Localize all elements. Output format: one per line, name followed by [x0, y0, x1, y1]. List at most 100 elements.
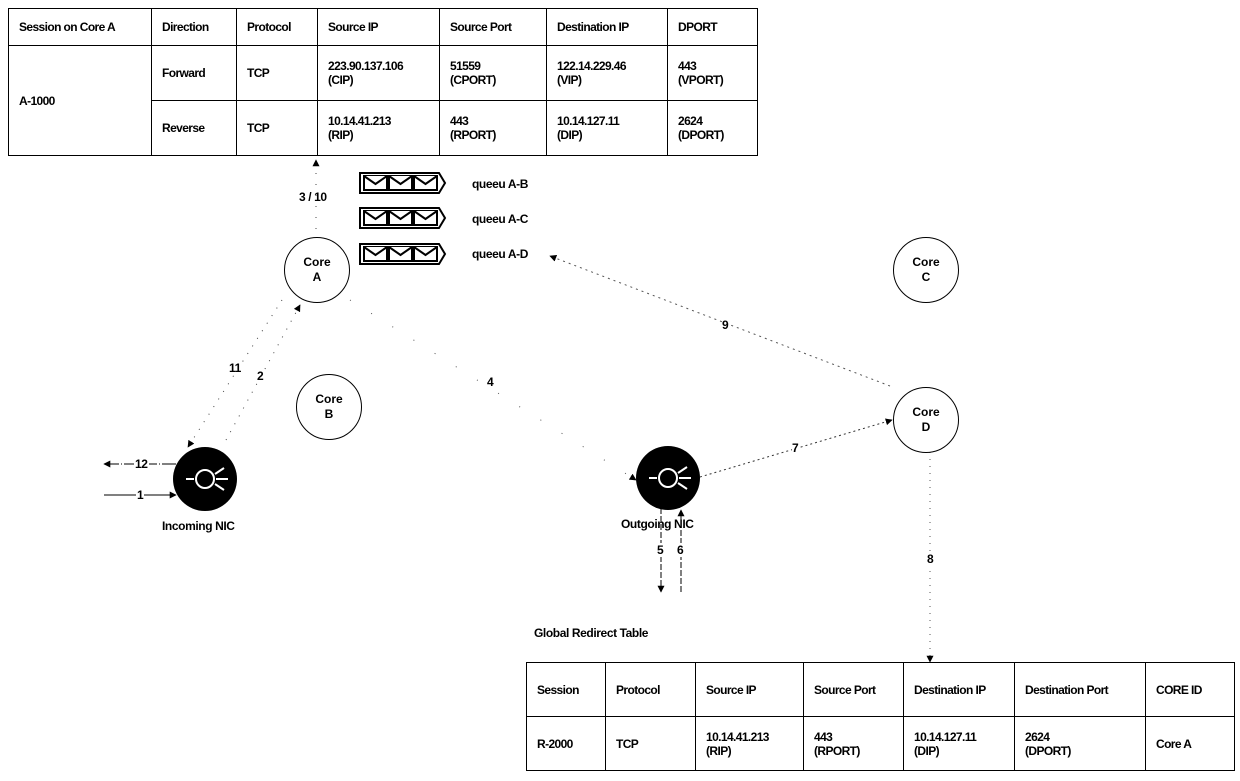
incoming-nic-icon — [173, 447, 237, 511]
core-d-id: D — [921, 420, 931, 434]
source-ip-value: 10.14.41.213 — [328, 114, 391, 128]
outgoing-nic-label: Outgoing NIC — [621, 517, 694, 531]
core-b-label: Core — [315, 392, 343, 406]
incoming-nic-label: Incoming NIC — [162, 519, 235, 533]
step-12-label: 12 — [134, 457, 149, 471]
session-id: R-2000 — [526, 716, 606, 771]
core-b-id: B — [324, 407, 334, 421]
step-8-label: 8 — [927, 552, 934, 566]
source-ip-value: 223.90.137.106 — [328, 59, 404, 73]
destination-ip-value: 122.14.229.46 — [557, 59, 627, 73]
destination-ip: 10.14.127.11 (DIP) — [546, 100, 668, 156]
core-d-node: Core D — [893, 387, 959, 453]
core-id: Core A — [1145, 716, 1235, 771]
step-4-label: 4 — [487, 375, 494, 389]
source-port-value: 51559 — [450, 59, 481, 73]
header-source-ip: Source IP — [695, 662, 804, 717]
source-port-tag: (RPORT) — [450, 128, 496, 142]
header-dport: DPORT — [667, 8, 758, 46]
table-header-row: Session Protocol Source IP Source Port D… — [526, 662, 1235, 717]
destination-ip: 122.14.229.46 (VIP) — [546, 45, 668, 101]
destination-ip-tag: (VIP) — [557, 73, 582, 87]
arrow-step-4 — [349, 299, 637, 481]
queue-a-b-icon — [359, 172, 447, 194]
table-row: A-1000 Forward TCP 223.90.137.106 (CIP) 5… — [8, 45, 758, 156]
source-ip-tag: (CIP) — [328, 73, 354, 87]
core-a-node: Core A — [284, 237, 350, 303]
step-11-label: 11 — [229, 361, 241, 375]
source-port-tag: (RPORT) — [814, 743, 860, 758]
direction: Forward — [151, 45, 237, 101]
destination-ip-tag: (DIP) — [557, 128, 583, 142]
protocol: TCP — [236, 45, 318, 101]
header-source-port: Source Port — [439, 8, 547, 46]
core-b-node: Core B — [296, 374, 362, 440]
direction: Reverse — [151, 100, 237, 156]
table-row: R-2000 TCP 10.14.41.213 (RIP) 443 (RPORT) … — [526, 716, 1235, 771]
outgoing-nic-icon — [636, 446, 700, 510]
core-c-id: C — [921, 270, 931, 284]
source-ip-tag: (RIP) — [328, 128, 354, 142]
arrow-step-9 — [549, 254, 891, 387]
source-ip: 223.90.137.106 (CIP) — [317, 45, 440, 101]
dport-value: 443 — [678, 59, 697, 73]
destination-ip: 10.14.127.11 (DIP) — [903, 716, 1015, 771]
dport: 2624 (DPORT) — [667, 100, 758, 156]
step-9-label: 9 — [722, 318, 729, 332]
header-direction: Direction — [151, 8, 237, 46]
step-6-label: 6 — [677, 543, 684, 557]
source-port-value: 443 — [450, 114, 469, 128]
step-2-label: 2 — [257, 369, 264, 383]
destination-ip-value: 10.14.127.11 — [557, 114, 620, 128]
global-redirect-table: Session Protocol Source IP Source Port D… — [526, 662, 1235, 771]
step-3-10-label: 3 / 10 — [299, 190, 327, 204]
dport-tag: (DPORT) — [678, 128, 724, 142]
core-a-id: A — [312, 270, 322, 284]
destination-ip-value: 10.14.127.11 — [914, 729, 977, 744]
core-a-session-table: Session on Core A Direction Protocol Sou… — [8, 8, 758, 156]
destination-port: 2624 (DPORT) — [1014, 716, 1146, 771]
dport: 443 (VPORT) — [667, 45, 758, 101]
source-port: 443 (RPORT) — [439, 100, 547, 156]
source-ip-tag: (RIP) — [706, 743, 732, 758]
header-destination-ip: Destination IP — [546, 8, 668, 46]
step-1-label: 1 — [136, 488, 145, 502]
header-source-ip: Source IP — [317, 8, 440, 46]
queue-a-d-label: queeu A-D — [472, 247, 528, 261]
queue-a-b-label: queeu A-B — [472, 177, 528, 191]
source-ip: 10.14.41.213 (RIP) — [695, 716, 804, 771]
session-id: A-1000 — [8, 45, 152, 156]
dport-tag: (VPORT) — [678, 73, 724, 87]
header-protocol: Protocol — [236, 8, 318, 46]
queue-a-d-icon — [359, 243, 447, 265]
core-a-label: Core — [303, 255, 331, 269]
destination-port-tag: (DPORT) — [1025, 743, 1071, 758]
header-core-id: CORE ID — [1145, 662, 1235, 717]
queue-a-c-label: queeu A-C — [472, 212, 528, 226]
step-7-label: 7 — [792, 441, 799, 455]
table-header-row: Session on Core A Direction Protocol Sou… — [8, 8, 758, 46]
step-5-label: 5 — [657, 543, 664, 557]
source-ip-value: 10.14.41.213 — [706, 729, 769, 744]
header-session: Session — [526, 662, 606, 717]
header-session: Session on Core A — [8, 8, 152, 46]
destination-port-value: 2624 — [1025, 729, 1050, 744]
redirect-table-title: Global Redirect Table — [534, 626, 649, 640]
source-port: 443 (RPORT) — [803, 716, 904, 771]
source-port: 51559 (CPORT) — [439, 45, 547, 101]
source-port-value: 443 — [814, 729, 833, 744]
source-ip: 10.14.41.213 (RIP) — [317, 100, 440, 156]
core-d-label: Core — [912, 405, 940, 419]
protocol: TCP — [236, 100, 318, 156]
header-source-port: Source Port — [803, 662, 904, 717]
core-c-label: Core — [912, 255, 940, 269]
destination-ip-tag: (DIP) — [914, 743, 940, 758]
dport-value: 2624 — [678, 114, 703, 128]
core-c-node: Core C — [893, 237, 959, 303]
header-protocol: Protocol — [605, 662, 696, 717]
source-port-tag: (CPORT) — [450, 73, 496, 87]
header-destination-ip: Destination IP — [903, 662, 1015, 717]
header-destination-port: Destination Port — [1014, 662, 1146, 717]
queue-a-c-icon — [359, 207, 447, 229]
queue-shapes — [359, 172, 447, 265]
